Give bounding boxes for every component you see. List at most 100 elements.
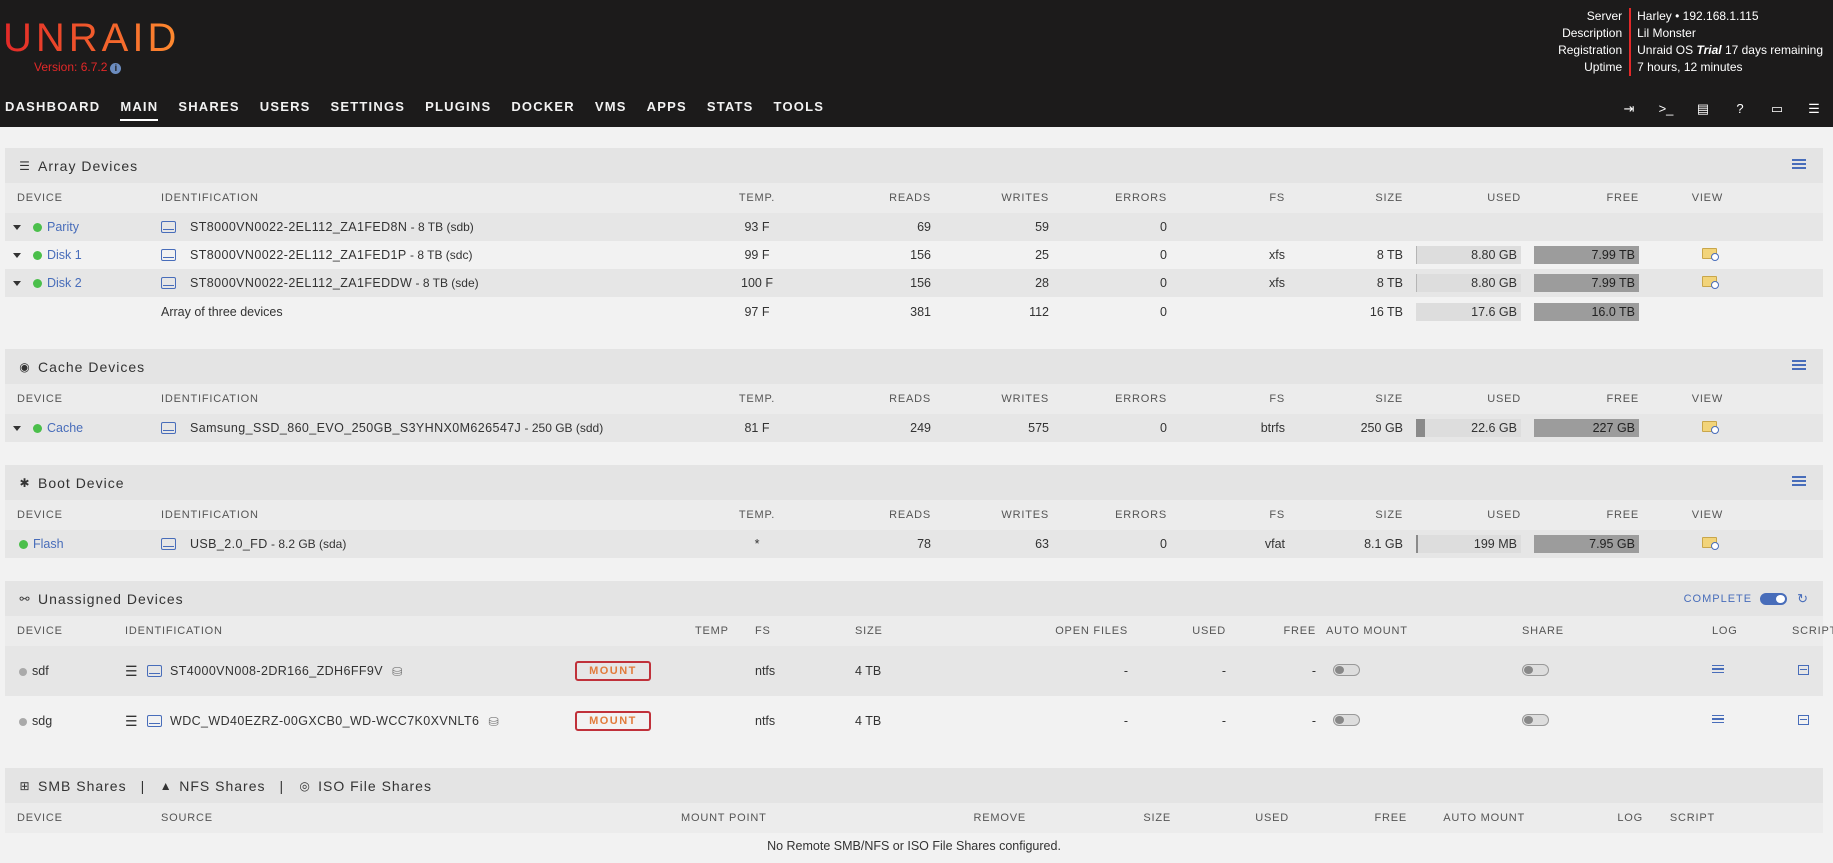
device-link-cache[interactable]: Cache — [47, 421, 83, 435]
expand-caret-icon[interactable] — [13, 281, 21, 286]
free-bar: 7.99 TB — [1534, 246, 1639, 264]
share-toggle[interactable] — [1522, 713, 1549, 726]
browse-folder-icon[interactable] — [1702, 537, 1719, 550]
col-device: DEVICE — [17, 393, 63, 405]
col-free: FREE — [1283, 625, 1316, 637]
database-icon: ☰ — [19, 158, 31, 173]
complete-toggle[interactable] — [1760, 593, 1788, 605]
partition-icon[interactable]: ☰ — [125, 714, 139, 728]
disk-settings-icon[interactable]: ⛁ — [488, 714, 498, 729]
col-identification: IDENTIFICATION — [125, 625, 223, 637]
disk-settings-icon[interactable]: ⛁ — [392, 664, 402, 679]
unassigned-devices-title: ⚯ Unassigned Devices COMPLETE ↻ — [5, 581, 1823, 616]
free-value: - — [1311, 664, 1316, 678]
nav-dashboard[interactable]: DASHBOARD — [5, 99, 100, 121]
device-size-info: - 8 TB (sdb) — [407, 220, 474, 234]
script-icon[interactable] — [1798, 665, 1809, 675]
description-label: Description — [1562, 26, 1623, 40]
registration-value[interactable]: Unraid OS Trial 17 days remaining — [1637, 42, 1823, 59]
nav-tools[interactable]: TOOLS — [774, 99, 825, 121]
device-id: ST4000VN008-2DR166_ZDH6FF9V — [170, 664, 383, 678]
col-errors: ERRORS — [1115, 393, 1167, 405]
array-devices-heading: Array Devices — [38, 157, 139, 174]
nav-docker[interactable]: DOCKER — [511, 99, 575, 121]
expand-caret-icon[interactable] — [13, 426, 21, 431]
nav-shares[interactable]: SHARES — [178, 99, 239, 121]
auto-mount-toggle[interactable] — [1333, 713, 1360, 726]
col-reads: READS — [889, 192, 931, 204]
used-value: 8.80 GB — [1471, 276, 1517, 290]
nav-stats[interactable]: STATS — [707, 99, 754, 121]
free-value: 7.99 TB — [1591, 248, 1635, 262]
script-icon[interactable] — [1798, 715, 1809, 725]
feedback-icon[interactable]: ▤ — [1694, 100, 1712, 118]
array-table-header: DEVICE IDENTIFICATION TEMP. READS WRITES… — [5, 183, 1823, 213]
used-bar: 199 MB — [1416, 535, 1521, 553]
nav-settings[interactable]: SETTINGS — [331, 99, 406, 121]
col-view: VIEW — [1691, 393, 1723, 405]
col-reads: READS — [889, 393, 931, 405]
remote-shares-title: ⊞ SMB Shares | ▲ NFS Shares | ◎ ISO File… — [5, 768, 1823, 803]
browse-folder-icon[interactable] — [1702, 276, 1719, 289]
expand-caret-icon[interactable] — [13, 253, 21, 258]
errors-value: 0 — [1160, 248, 1167, 262]
log-icon[interactable]: ☰ — [1805, 100, 1823, 118]
temp-value: 100 F — [741, 276, 773, 290]
device-link-disk1[interactable]: Disk 1 — [47, 248, 82, 262]
nav-plugins[interactable]: PLUGINS — [425, 99, 491, 121]
monitor-icon[interactable]: ▭ — [1768, 100, 1786, 118]
nav-users[interactable]: USERS — [260, 99, 311, 121]
device-link-disk2[interactable]: Disk 2 — [47, 276, 82, 290]
browse-folder-icon[interactable] — [1702, 421, 1719, 434]
mount-button[interactable]: MOUNT — [575, 711, 651, 731]
col-fs: FS — [1269, 393, 1285, 405]
unraid-logo: UNRAID — [3, 16, 181, 60]
server-label: Server — [1586, 9, 1623, 23]
header: UNRAID Version: 6.7.2 i Server Descriptio… — [0, 0, 1833, 127]
table-row: Disk 2 ST8000VN0022-2EL112_ZA1FEDDW - 8 … — [5, 269, 1823, 297]
col-writes: WRITES — [1001, 192, 1049, 204]
logout-icon[interactable]: ⇥ — [1620, 100, 1638, 118]
log-icon[interactable] — [1712, 714, 1724, 726]
list-view-icon[interactable] — [1792, 476, 1806, 487]
col-used: USED — [1255, 812, 1289, 824]
partition-icon[interactable]: ☰ — [125, 664, 139, 678]
nav-apps[interactable]: APPS — [647, 99, 687, 121]
paw-icon: ✱ — [19, 475, 31, 490]
shares-empty-message: No Remote SMB/NFS or ISO File Shares con… — [767, 839, 1061, 853]
col-size: SIZE — [1143, 812, 1171, 824]
used-bar: 8.80 GB — [1416, 246, 1521, 264]
browse-folder-icon[interactable] — [1702, 248, 1719, 261]
nav-main[interactable]: MAIN — [120, 99, 159, 121]
list-view-icon[interactable] — [1792, 360, 1806, 371]
col-identification: IDENTIFICATION — [161, 509, 259, 521]
disc-icon: ◎ — [299, 778, 311, 793]
free-bar: 7.99 TB — [1534, 274, 1639, 292]
tab-separator: | — [279, 777, 285, 794]
col-size: SIZE — [1375, 192, 1403, 204]
help-icon[interactable]: ? — [1731, 100, 1749, 118]
array-summary-label: Array of three devices — [161, 304, 283, 319]
auto-mount-toggle[interactable] — [1333, 663, 1360, 676]
tab-separator: | — [140, 777, 146, 794]
tab-iso-file-shares[interactable]: ISO File Shares — [318, 778, 432, 794]
device-link-parity[interactable]: Parity — [47, 220, 79, 234]
tab-smb-shares[interactable]: SMB Shares — [38, 778, 127, 794]
refresh-icon[interactable]: ↻ — [1797, 591, 1809, 607]
table-row: Disk 1 ST8000VN0022-2EL112_ZA1FED1P - 8 … — [5, 241, 1823, 269]
device-link-flash[interactable]: Flash — [33, 537, 64, 551]
used-value: 8.80 GB — [1471, 248, 1517, 262]
info-icon[interactable]: i — [110, 63, 122, 74]
share-toggle[interactable] — [1522, 663, 1549, 676]
log-icon[interactable] — [1712, 664, 1724, 676]
nav-vms[interactable]: VMS — [595, 99, 627, 121]
reads-value: 156 — [910, 276, 931, 290]
tab-nfs-shares[interactable]: NFS Shares — [179, 778, 265, 794]
reads-value: 249 — [910, 421, 931, 435]
terminal-icon[interactable]: >_ — [1657, 100, 1675, 118]
used-bar: 22.6 GB — [1416, 419, 1521, 437]
mount-button[interactable]: MOUNT — [575, 661, 651, 681]
col-free: FREE — [1606, 192, 1639, 204]
expand-caret-icon[interactable] — [13, 225, 21, 230]
list-view-icon[interactable] — [1792, 159, 1806, 170]
